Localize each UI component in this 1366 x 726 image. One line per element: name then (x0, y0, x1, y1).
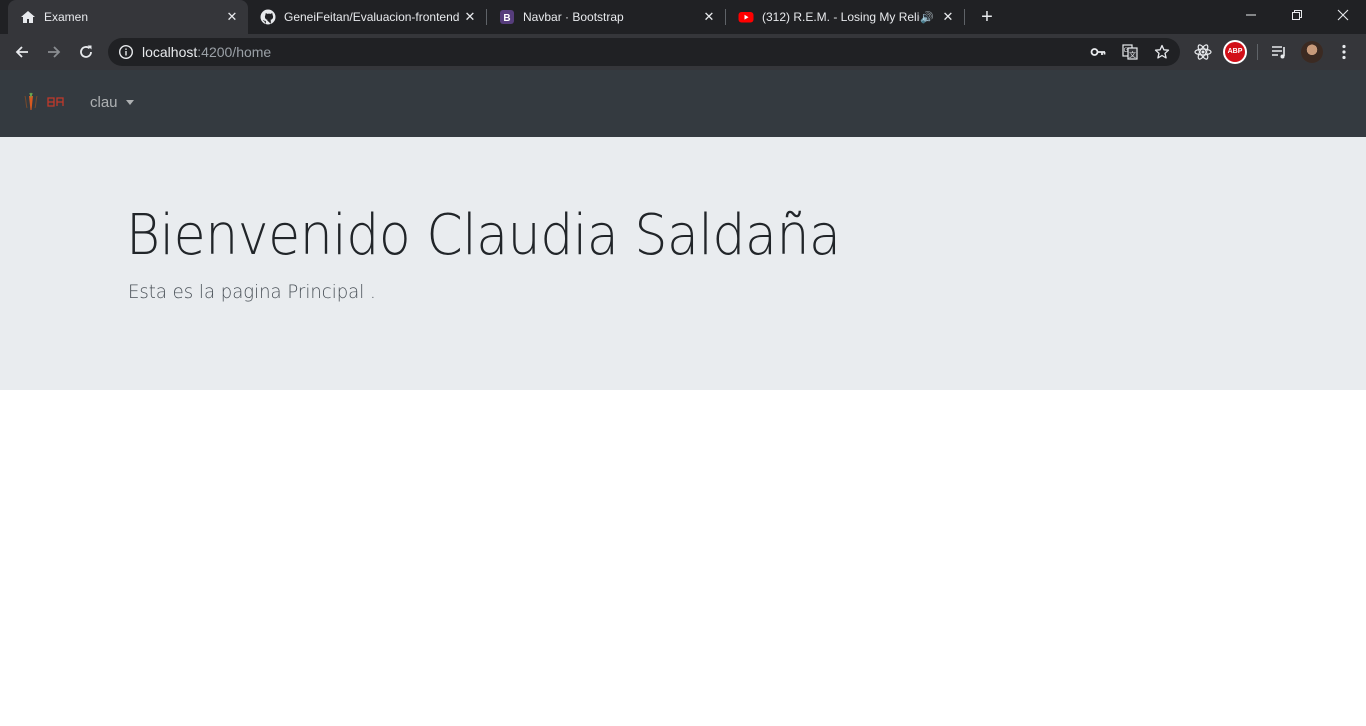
tab-github[interactable]: GeneiFeitan/Evaluacion-frontend ✕ (248, 0, 486, 34)
tab-close-icon[interactable]: ✕ (224, 9, 240, 25)
close-window-button[interactable] (1320, 0, 1366, 30)
minimize-button[interactable] (1228, 0, 1274, 30)
tab-title: GeneiFeitan/Evaluacion-frontend (284, 10, 460, 24)
user-dropdown-toggle[interactable]: clau (90, 94, 134, 111)
jumbotron: Bienvenido Claudia Saldaña Esta es la pa… (0, 137, 1366, 390)
restore-icon (1292, 10, 1302, 20)
toolbar-divider (1257, 44, 1258, 60)
key-icon[interactable] (1090, 44, 1106, 60)
audio-playing-icon[interactable]: 🔊 (920, 11, 934, 24)
forward-button[interactable] (40, 38, 68, 66)
brand-logo[interactable] (18, 90, 66, 116)
tab-youtube[interactable]: (312) R.E.M. - Losing My Relig 🔊 ✕ (726, 0, 964, 34)
tab-close-icon[interactable]: ✕ (940, 9, 956, 25)
profile-avatar[interactable] (1301, 41, 1323, 63)
bootstrap-icon: B (499, 9, 515, 25)
reload-button[interactable] (72, 38, 100, 66)
info-icon[interactable] (118, 44, 134, 60)
close-icon (1337, 9, 1349, 21)
new-tab-button[interactable]: + (976, 6, 998, 28)
tab-title: (312) R.E.M. - Losing My Relig (762, 10, 921, 24)
bookmark-star-icon[interactable] (1154, 44, 1170, 60)
forward-arrow-icon (48, 46, 61, 58)
home-icon (20, 9, 36, 25)
app-navbar: clau (0, 70, 1366, 137)
user-dropdown-label: clau (90, 94, 118, 111)
browser-toolbar: localhost:4200/home 文G ABP (0, 34, 1366, 70)
tab-close-icon[interactable]: ✕ (701, 9, 717, 25)
tab-separator (964, 9, 965, 25)
adblock-plus-icon[interactable]: ABP (1223, 40, 1247, 64)
page-title: Bienvenido Claudia Saldaña (126, 203, 841, 268)
url-text[interactable]: localhost:4200/home (142, 38, 271, 66)
tab-title: Navbar · Bootstrap (523, 10, 624, 24)
svg-text:文: 文 (1129, 50, 1136, 59)
lead-text: Esta es la pagina Principal . (128, 281, 376, 303)
react-devtools-icon[interactable] (1193, 42, 1213, 62)
back-button[interactable] (8, 38, 36, 66)
tab-bootstrap[interactable]: B Navbar · Bootstrap ✕ (487, 0, 725, 34)
caret-down-icon (125, 100, 134, 105)
github-icon (260, 9, 276, 25)
tab-examen[interactable]: Examen ✕ (8, 0, 248, 34)
minimize-icon (1246, 14, 1256, 16)
youtube-icon (738, 9, 754, 25)
restore-button[interactable] (1274, 0, 1320, 30)
back-arrow-icon (15, 46, 28, 58)
tab-title: Examen (44, 10, 89, 24)
url-path: :4200/home (197, 44, 272, 60)
browser-tabstrip: Examen ✕ GeneiFeitan/Evaluacion-frontend… (0, 0, 1366, 34)
reload-icon (80, 45, 92, 58)
media-queue-icon[interactable] (1269, 42, 1289, 62)
translate-icon[interactable]: 文G (1122, 44, 1138, 60)
tab-close-icon[interactable]: ✕ (462, 9, 478, 25)
url-host: localhost (142, 44, 198, 60)
svg-text:B: B (503, 13, 510, 24)
menu-kebab-icon[interactable] (1334, 42, 1354, 62)
svg-text:G: G (1124, 48, 1129, 54)
address-bar[interactable]: localhost:4200/home 文G (108, 38, 1180, 66)
abp-badge: ABP (1225, 42, 1245, 62)
